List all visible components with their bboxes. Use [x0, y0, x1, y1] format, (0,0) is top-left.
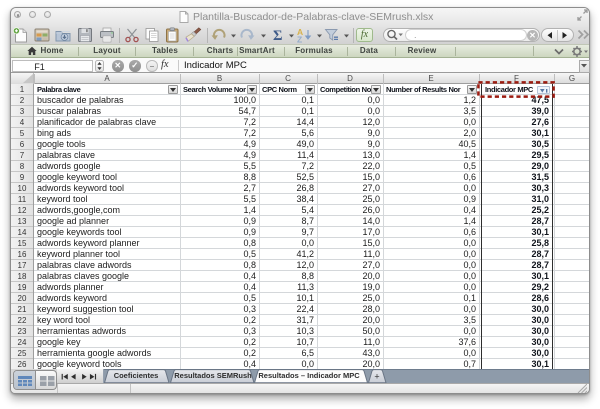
- svg-text:+: +: [374, 372, 379, 382]
- svg-text:Σ: Σ: [273, 28, 282, 44]
- svg-text:Z: Z: [297, 35, 302, 45]
